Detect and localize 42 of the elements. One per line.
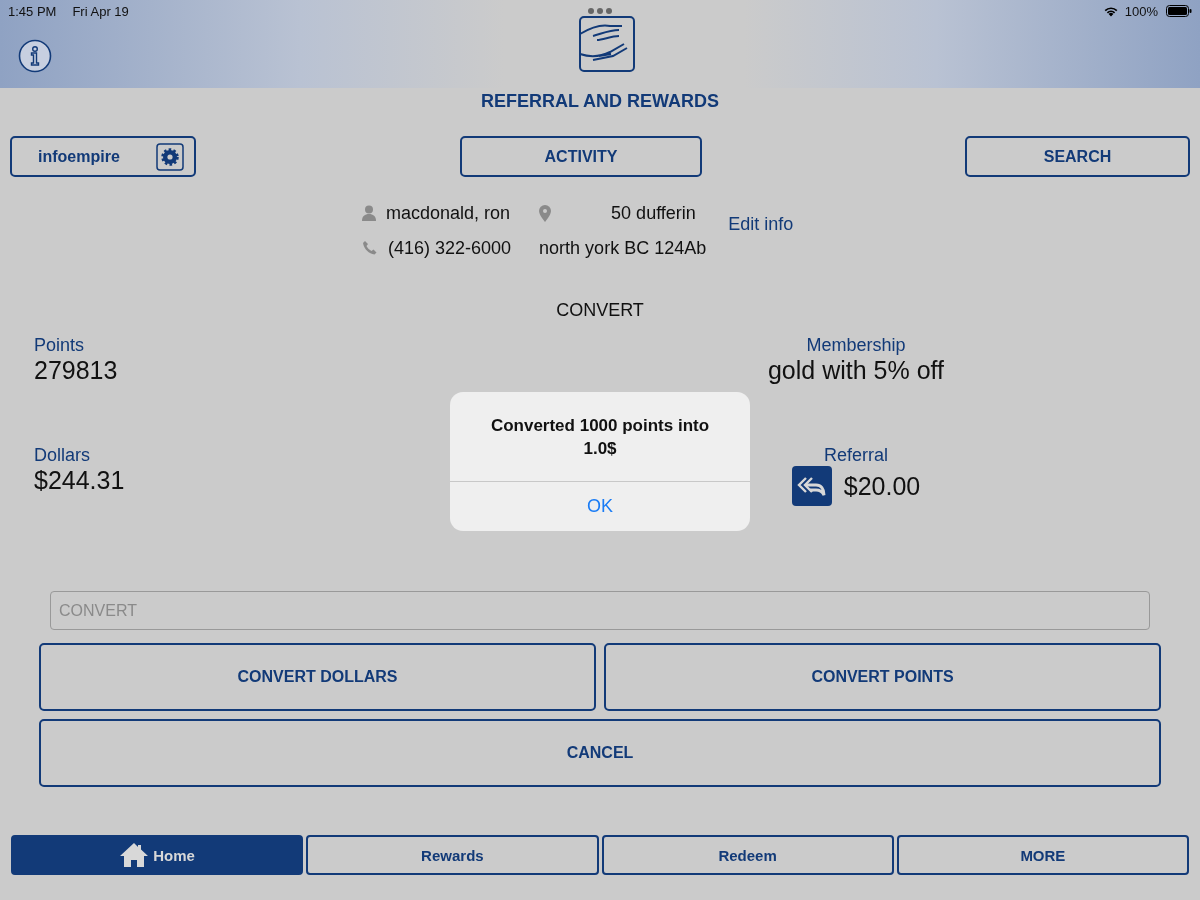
drag-handle-icon[interactable] (588, 8, 612, 14)
customer-name: macdonald, ron (386, 202, 511, 224)
dollars-value: $244.31 (34, 466, 125, 495)
address-line: north york BC 124Ab (539, 237, 707, 259)
person-icon (362, 205, 376, 221)
info-icon[interactable] (18, 39, 52, 73)
alert-message: Converted 1000 points into 1.0$ (450, 392, 750, 482)
dollars-label: Dollars (34, 445, 90, 466)
reply-all-icon[interactable] (791, 466, 832, 506)
tab[interactable]: Redeem (601, 835, 894, 875)
edit-info-link[interactable]: Edit info (728, 214, 794, 236)
page-title: REFERRAL AND REWARDS (480, 91, 720, 113)
referral-value: $20.00 (843, 471, 921, 501)
customer-phone: (416) 322-6000 (388, 237, 512, 259)
activity-button[interactable]: ACTIVITY (460, 136, 702, 177)
search-button[interactable]: SEARCH (965, 136, 1190, 177)
membership-value: gold with 5% off (767, 356, 944, 385)
tab[interactable]: Rewards (306, 835, 599, 875)
address-line: 50 dufferin (611, 202, 696, 224)
points-label: Points (34, 335, 85, 356)
convert-dollars-button[interactable]: CONVERT DOLLARS (39, 643, 596, 711)
location-pin-icon (539, 204, 552, 222)
cancel-button[interactable]: CANCEL (39, 719, 1161, 787)
referral-label: Referral (824, 445, 888, 466)
gear-icon (156, 142, 184, 171)
membership-label: Membership (806, 335, 906, 356)
hands-logo-icon (579, 16, 635, 72)
tab[interactable]: Home (11, 835, 304, 875)
ok-button[interactable]: OK (450, 482, 750, 531)
tab[interactable]: MORE (896, 835, 1189, 875)
convert-points-button[interactable]: CONVERT POINTS (604, 643, 1161, 711)
points-value: 279813 (34, 356, 118, 385)
convert-input-field[interactable]: CONVERT (50, 591, 1150, 630)
status-time: 1:45 PM (8, 3, 57, 19)
wifi-icon (1102, 5, 1119, 17)
house-icon (119, 842, 150, 868)
account-button[interactable]: infoempire (10, 136, 196, 177)
battery-icon (1166, 5, 1192, 17)
phone-icon (362, 240, 378, 256)
battery-percent: 100% (1124, 3, 1158, 19)
status-date: Fri Apr 19 (72, 3, 129, 19)
section-title: CONVERT (555, 300, 645, 322)
